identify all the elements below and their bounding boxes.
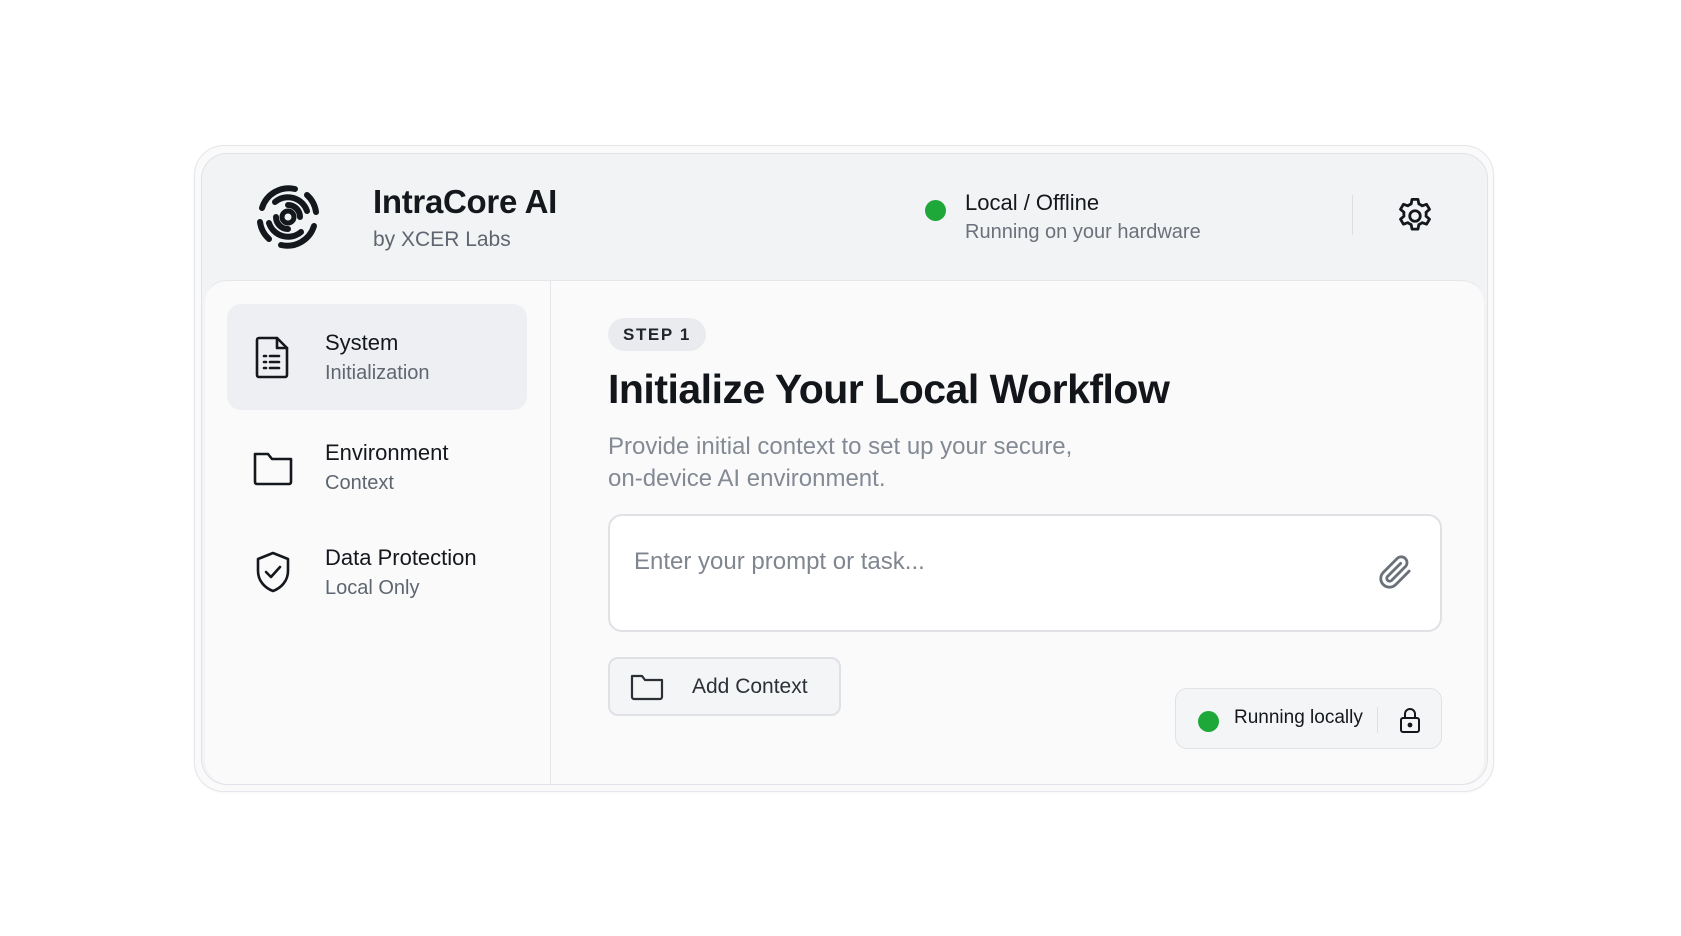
sidebar-item-subtitle: Context (325, 472, 394, 494)
app-header: IntraCore AI by XCER Labs Local / Offlin… (202, 154, 1487, 280)
sidebar: System Initialization Environment Contex… (205, 281, 551, 784)
paperclip-icon[interactable] (1375, 552, 1415, 592)
folder-icon (630, 674, 664, 701)
folder-icon (253, 452, 293, 486)
sidebar-item-environment[interactable]: Environment Context (227, 414, 527, 520)
app-subtitle: by XCER Labs (373, 228, 511, 251)
spiral-logo-icon (257, 185, 319, 249)
gear-icon[interactable] (1394, 195, 1436, 237)
page-title: Initialize Your Local Workflow (608, 366, 1170, 412)
shield-check-icon (256, 551, 290, 593)
prompt-box (608, 514, 1442, 632)
page-description: Provide initial context to set up your s… (608, 431, 1128, 495)
running-locally-badge: Running locally (1175, 688, 1442, 749)
running-locally-label: Running locally (1234, 707, 1363, 728)
sidebar-item-subtitle: Initialization (325, 362, 430, 384)
app-window-frame: IntraCore AI by XCER Labs Local / Offlin… (194, 145, 1494, 792)
sidebar-item-title: System (325, 330, 399, 355)
sidebar-item-system[interactable]: System Initialization (227, 304, 527, 410)
description-line: Provide initial context to set up your s… (608, 433, 1073, 460)
header-divider (1352, 195, 1353, 235)
connection-status-title: Local / Offline (965, 190, 1100, 215)
app-title: IntraCore AI (373, 183, 558, 220)
content-panel: System Initialization Environment Contex… (205, 280, 1484, 784)
app-window: IntraCore AI by XCER Labs Local / Offlin… (201, 153, 1488, 785)
sidebar-item-subtitle: Local Only (325, 577, 420, 599)
prompt-input[interactable] (634, 542, 1334, 582)
add-context-label: Add Context (692, 675, 808, 698)
main-panel: STEP 1 Initialize Your Local Workflow Pr… (551, 281, 1484, 784)
status-dot-icon (1198, 711, 1219, 732)
sidebar-item-data-protection[interactable]: Data Protection Local Only (227, 519, 527, 625)
lock-icon[interactable] (1398, 706, 1422, 734)
sidebar-item-title: Data Protection (325, 545, 477, 570)
document-icon (255, 336, 289, 379)
add-context-button[interactable]: Add Context (608, 657, 841, 716)
connection-status-subtitle: Running on your hardware (965, 221, 1201, 243)
status-dot-icon (925, 200, 946, 221)
sidebar-item-title: Environment (325, 440, 449, 465)
badge-divider (1377, 707, 1378, 733)
description-line: on-device AI environment. (608, 465, 886, 492)
step-badge: STEP 1 (608, 318, 706, 351)
